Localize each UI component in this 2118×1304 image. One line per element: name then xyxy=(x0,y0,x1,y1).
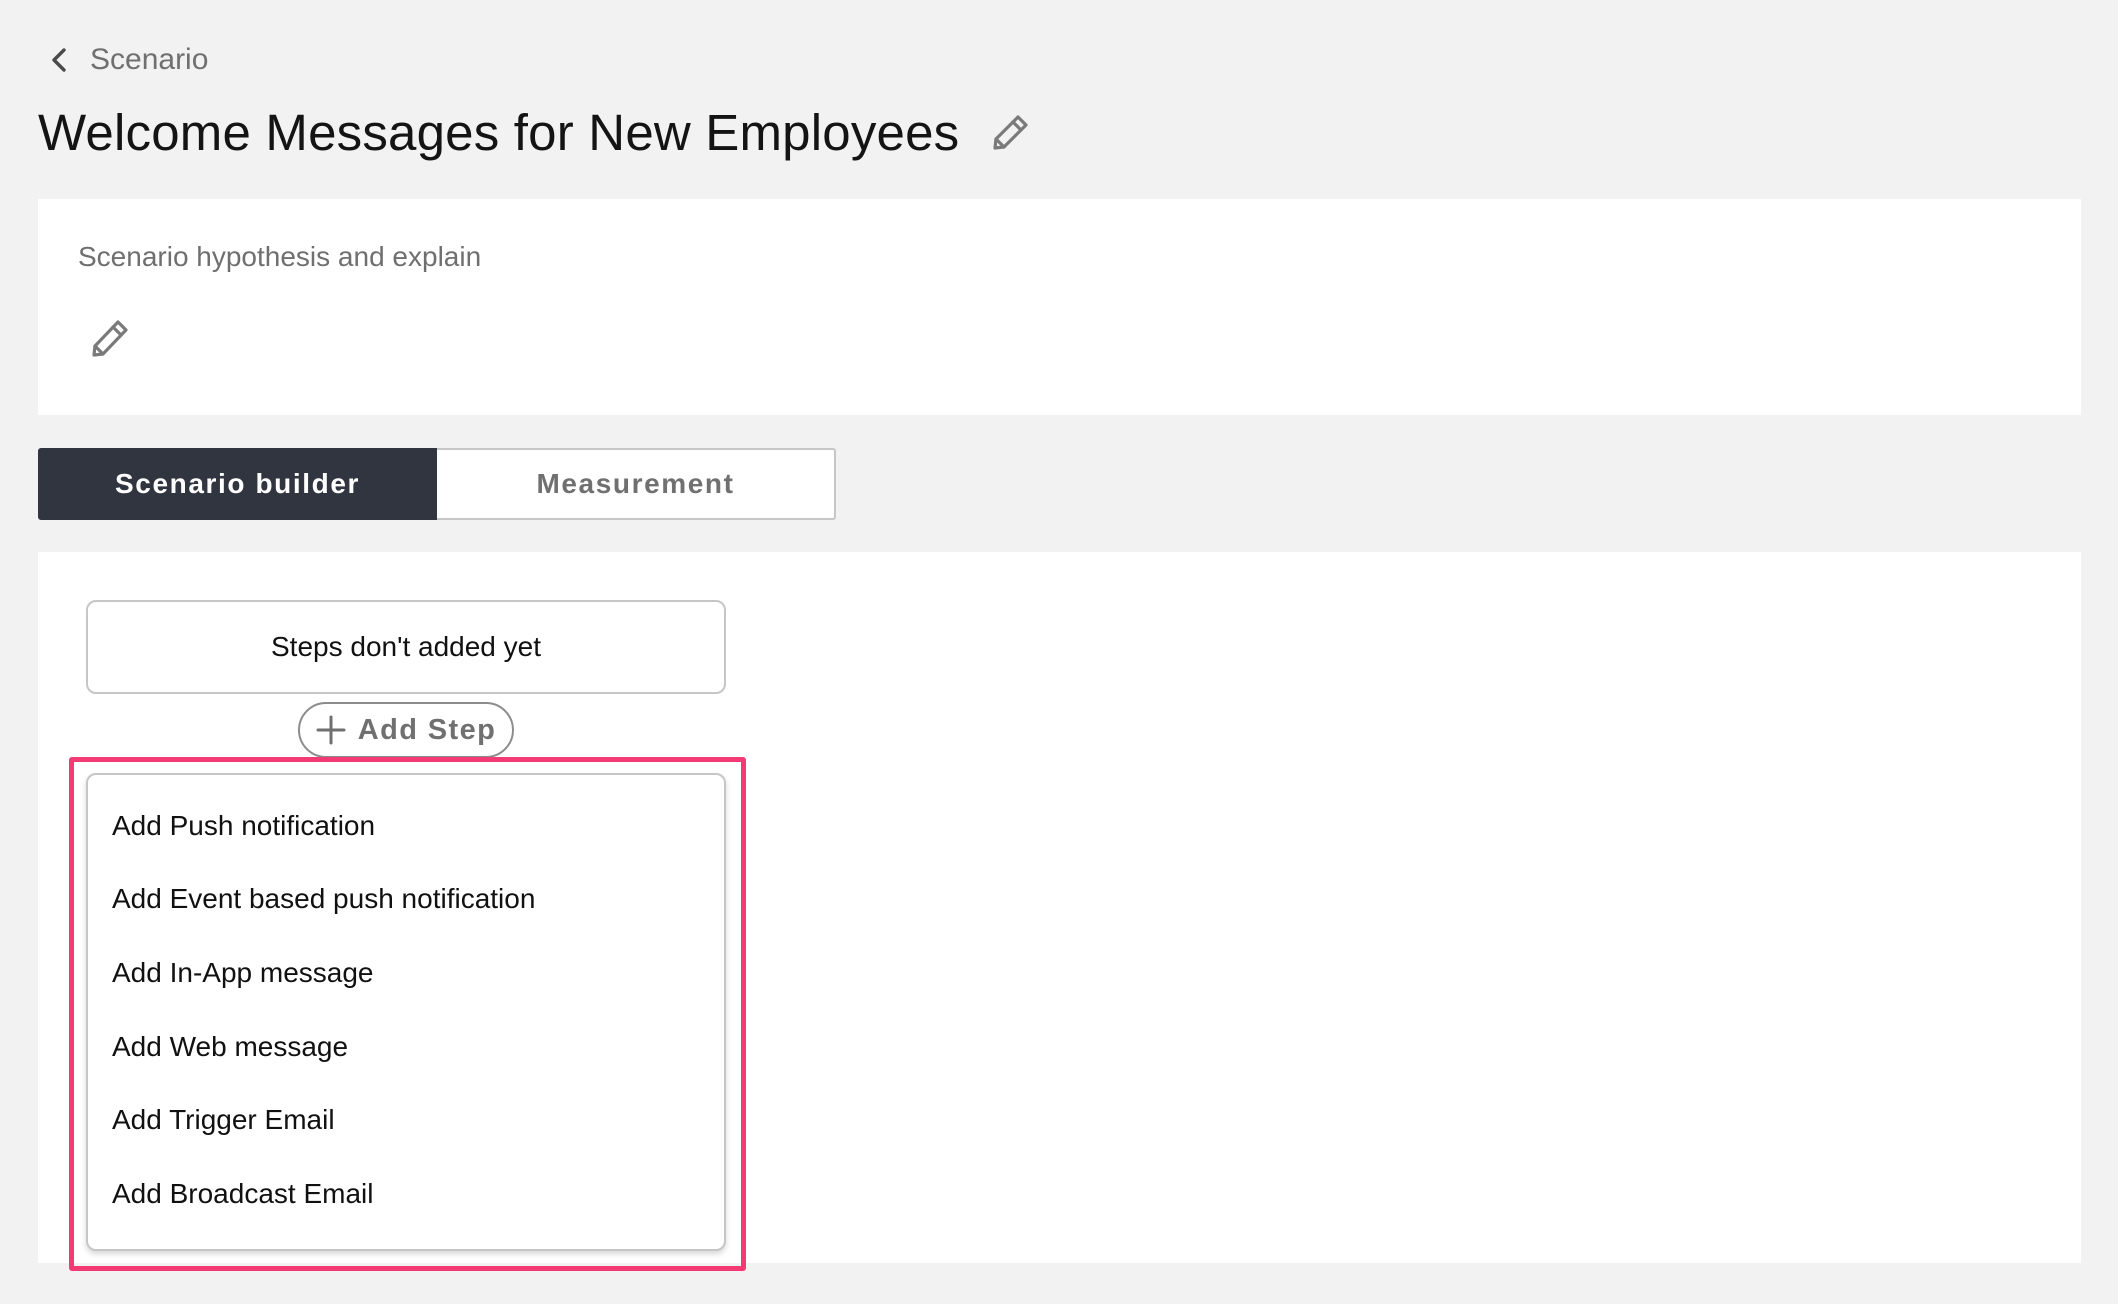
menu-item-web-message[interactable]: Add Web message xyxy=(88,1010,724,1084)
add-step-menu: Add Push notification Add Event based pu… xyxy=(86,773,726,1251)
plus-icon xyxy=(316,715,346,745)
breadcrumb-label[interactable]: Scenario xyxy=(90,43,208,77)
hypothesis-card: Scenario hypothesis and explain xyxy=(38,199,2081,415)
menu-item-event-push-notification[interactable]: Add Event based push notification xyxy=(88,863,724,937)
add-step-label: Add Step xyxy=(357,713,497,746)
breadcrumb[interactable]: Scenario xyxy=(50,38,208,82)
menu-item-trigger-email[interactable]: Add Trigger Email xyxy=(88,1083,724,1157)
chevron-left-icon[interactable] xyxy=(50,47,68,73)
hypothesis-label: Scenario hypothesis and explain xyxy=(78,241,482,272)
menu-item-broadcast-email[interactable]: Add Broadcast Email xyxy=(88,1157,724,1231)
empty-steps-placeholder: Steps don't added yet xyxy=(86,600,726,694)
tab-measurement[interactable]: Measurement xyxy=(437,448,836,520)
tab-bar: Scenario builder Measurement xyxy=(38,448,836,520)
tab-scenario-builder[interactable]: Scenario builder xyxy=(38,448,437,520)
page-title: Welcome Messages for New Employees xyxy=(38,103,960,161)
pencil-icon[interactable] xyxy=(991,112,1031,152)
title-row: Welcome Messages for New Employees xyxy=(38,100,1031,164)
pencil-icon[interactable] xyxy=(90,317,130,359)
scenario-builder-panel: Steps don't added yet Add Step Add Push … xyxy=(38,552,2081,1271)
menu-item-push-notification[interactable]: Add Push notification xyxy=(88,789,724,863)
add-step-button[interactable]: Add Step xyxy=(298,702,514,758)
menu-item-in-app-message[interactable]: Add In-App message xyxy=(88,936,724,1010)
